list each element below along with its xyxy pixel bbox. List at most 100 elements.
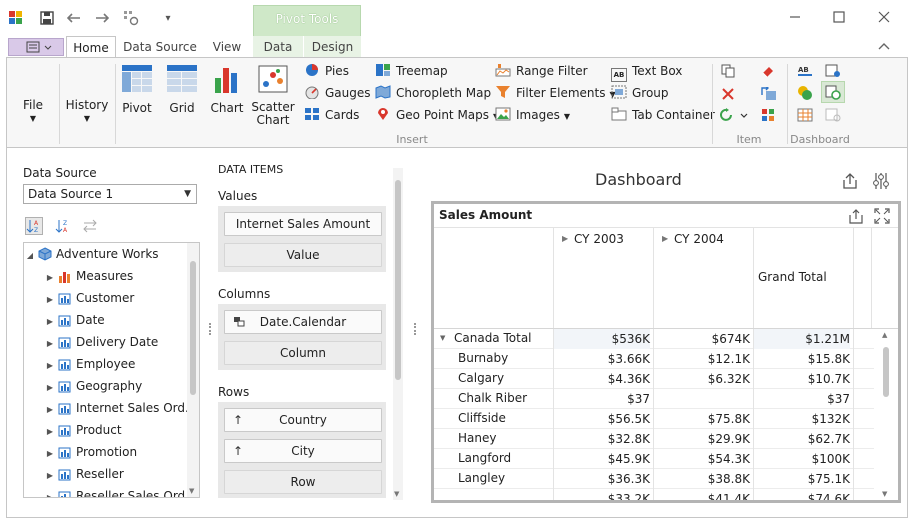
scrollbar-thumb[interactable] [395,180,401,380]
table-row[interactable]: Langford $45.9K $54.3K $100K [434,449,874,469]
minimize-icon[interactable] [785,8,805,28]
tab-data[interactable]: Data [253,36,303,58]
redo-icon[interactable] [94,10,110,26]
table-row[interactable]: Burnaby $3.66K $12.1K $15.8K [434,349,874,369]
expand-arrow-icon[interactable]: ▶ [44,421,56,443]
expand-arrow-icon[interactable]: ▶ [44,267,56,289]
tree-node[interactable]: ▶ Promotion [44,441,137,463]
grid-scrollbar[interactable]: ▲ ▼ [880,329,892,500]
export-icon[interactable] [841,172,859,190]
group-button[interactable]: Group [611,83,669,103]
close-icon[interactable] [874,8,894,28]
interactivity-button[interactable] [720,108,750,122]
pies-button[interactable]: Pies [304,61,349,81]
tree-node[interactable]: ▶ Geography [44,375,142,397]
tab-data-source[interactable]: Data Source [122,36,198,58]
scrollbar-thumb[interactable] [190,261,196,395]
tab-view[interactable]: View [205,36,249,58]
tab-design[interactable]: Design [304,36,361,58]
data-source-combo[interactable]: Data Source 1 ▼ [23,184,197,204]
title-icon[interactable]: AB [797,64,813,78]
table-row[interactable]: Calgary $4.36K $6.32K $10.7K [434,369,874,389]
expand-arrow-icon[interactable]: ▶ [44,289,56,311]
expand-arrow-icon[interactable]: ▶ [44,355,56,377]
expand-arrow-icon[interactable]: ▶ [44,377,56,399]
save-icon[interactable] [39,10,55,26]
parameters-icon[interactable] [797,108,813,122]
app-menu-button[interactable] [8,38,64,56]
images-button[interactable]: Images ▼ [495,105,570,125]
expand-arrow-icon[interactable]: ▶ [562,234,568,243]
column-header-cy2004[interactable]: ▶ CY 2004 [654,228,754,328]
pivot-button[interactable]: Pivot [119,64,155,115]
data-items-scrollbar[interactable]: ▼ [393,168,403,500]
tree-node[interactable]: ▶ Employee [44,353,136,377]
table-row[interactable]: $33.2K $41.4K $74.6K [434,489,874,500]
splitter-handle[interactable] [414,323,416,335]
cards-button[interactable]: Cards [304,105,359,125]
expand-arrow-icon[interactable]: ▶ [44,487,56,497]
data-item-country[interactable]: ↑ Country [224,408,382,432]
copy-icon[interactable] [721,64,735,78]
customize-toolbar-icon[interactable]: ▾ [160,10,176,26]
tab-container-button[interactable]: Tab Container [611,105,715,125]
column-drop-placeholder[interactable]: Column [224,341,382,365]
collapse-arrow-icon[interactable]: ▼ [440,334,445,342]
history-button[interactable]: History ▼ [65,98,109,123]
scrollbar-thumb[interactable] [883,347,889,397]
tree-node[interactable]: ◢ Adventure Works [24,243,159,265]
value-drop-placeholder[interactable]: Value [224,243,382,267]
collapse-arrow-icon[interactable]: ◢ [24,245,36,267]
scroll-down-icon[interactable]: ▼ [394,490,399,498]
undo-icon[interactable] [66,10,82,26]
table-row[interactable]: Langley $36.3K $38.8K $75.1K [434,469,874,489]
expand-arrow-icon[interactable]: ▶ [44,443,56,465]
file-menu-button[interactable]: File ▼ [17,98,49,123]
expand-arrow-icon[interactable]: ▶ [44,399,56,421]
row-drop-placeholder[interactable]: Row [224,470,382,494]
choropleth-map-button[interactable]: Choropleth Map [375,83,491,103]
eraser-icon[interactable] [761,64,775,78]
table-row-group[interactable]: ▼ Canada Total $536K $674K $1.21M [434,329,874,349]
maximize-widget-icon[interactable] [874,208,890,224]
table-row[interactable]: Chalk Riber $37 $37 [434,389,874,409]
scroll-down-icon[interactable]: ▼ [882,490,887,498]
splitter-handle[interactable] [209,323,211,335]
tree-node[interactable]: ▶ Internet Sales Ord... [44,397,197,421]
sort-ascending-icon[interactable]: AZ [25,217,43,235]
text-box-button[interactable]: AB Text Box [611,61,682,82]
widget-export-icon[interactable] [848,208,864,224]
data-item-date-calendar[interactable]: Date.Calendar [224,310,382,334]
grid-button[interactable]: Grid [165,64,199,115]
currency-icon[interactable] [797,85,813,101]
tree-node[interactable]: ▶ Reseller [44,463,124,485]
maximize-icon[interactable] [829,8,849,28]
gauges-button[interactable]: Gauges [304,83,371,103]
filter-elements-button[interactable]: Filter Elements ▼ [495,83,616,103]
expand-arrow-icon[interactable]: ▶ [44,311,56,333]
auto-update-button[interactable] [821,81,845,103]
treemap-button[interactable]: Treemap [375,61,448,81]
refresh-grid-icon[interactable] [123,10,139,26]
convert-icon[interactable] [761,85,777,101]
delete-icon[interactable] [721,87,735,101]
scroll-up-icon[interactable]: ▲ [882,331,887,339]
data-item-city[interactable]: ↑ City [224,439,382,463]
expand-arrow-icon[interactable]: ▶ [44,465,56,487]
color-scheme-icon[interactable] [761,108,775,122]
chart-button[interactable]: Chart [209,64,245,115]
expand-arrow-icon[interactable]: ▶ [44,333,56,355]
pivot-widget[interactable]: Sales Amount ▶ CY 2003 ▶ CY 2004 Grand T… [431,201,901,503]
tree-node[interactable]: ▶ Product [44,419,122,441]
tree-node[interactable]: ▶ Delivery Date [44,331,158,353]
sort-descending-icon[interactable]: ZA [55,218,71,234]
tab-home[interactable]: Home [66,36,116,58]
tree-node[interactable]: ▶ Measures [44,265,133,287]
column-header-cy2003[interactable]: ▶ CY 2003 [554,228,654,328]
range-filter-button[interactable]: Range Filter [495,61,588,81]
tree-node[interactable]: ▶ Customer [44,287,134,309]
tree-scrollbar[interactable]: ▼ [187,243,199,497]
scatter-chart-button[interactable]: Scatter Chart [251,64,295,127]
dashboard-settings-icon[interactable] [825,64,841,78]
geo-point-maps-button[interactable]: Geo Point Maps▼ [375,105,499,125]
